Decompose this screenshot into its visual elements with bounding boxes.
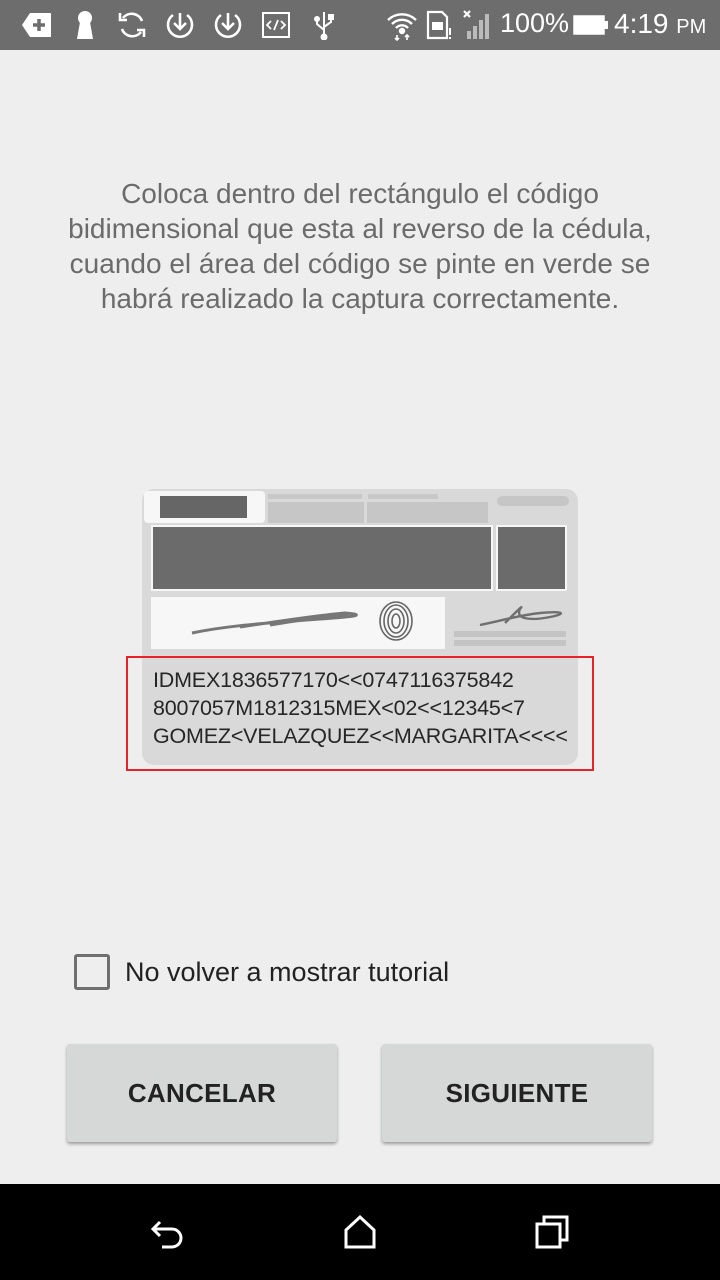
navigation-bar	[0, 1184, 720, 1280]
code-icon	[260, 10, 292, 40]
download-circle-icon	[162, 10, 198, 40]
next-button[interactable]: SIGUIENTE	[382, 1044, 652, 1142]
dont-show-tutorial-checkbox[interactable]	[74, 954, 110, 990]
status-bar: 100% 4:19 PM	[0, 0, 720, 50]
clock-ampm: PM	[676, 16, 707, 38]
clock: 4:19 PM	[614, 8, 706, 40]
keyhole-icon	[72, 10, 98, 40]
wifi-icon	[384, 10, 420, 41]
battery-icon	[572, 10, 610, 40]
signal-icon	[460, 10, 494, 40]
checkbox-label[interactable]: No volver a mostrar tutorial	[125, 957, 449, 988]
clock-time: 4:19	[614, 8, 669, 39]
download-circle-icon	[210, 10, 246, 40]
battery-percentage: 100%	[500, 8, 570, 38]
home-icon[interactable]	[340, 1212, 380, 1252]
back-icon[interactable]	[148, 1212, 188, 1252]
sim-icon	[424, 10, 454, 40]
dont-show-tutorial-checkbox-row[interactable]: No volver a mostrar tutorial	[74, 952, 449, 992]
usb-icon	[310, 10, 338, 40]
recents-icon[interactable]	[532, 1212, 572, 1252]
instruction-text: Coloca dentro del rectángulo el código b…	[68, 178, 652, 314]
sync-icon	[114, 10, 150, 40]
cancel-button[interactable]: CANCELAR	[67, 1044, 337, 1142]
add-box-icon	[20, 10, 54, 40]
scan-frame	[126, 656, 594, 771]
